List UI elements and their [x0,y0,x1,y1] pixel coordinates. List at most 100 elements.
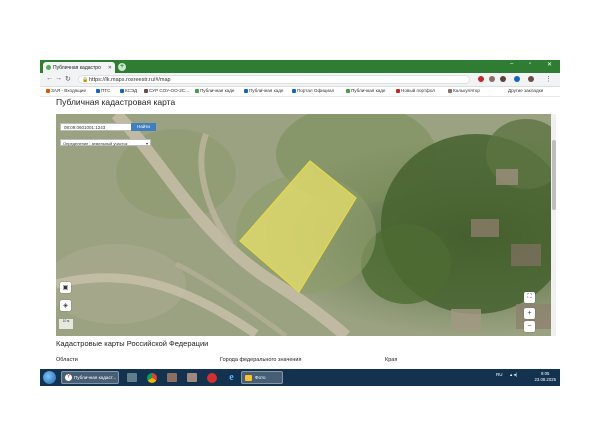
forward-button[interactable]: → [55,75,62,82]
language-indicator[interactable]: RU [496,372,503,377]
tray-icons[interactable]: ▴ ◂) [510,372,517,378]
extension-icon[interactable] [500,76,506,82]
bookmark-label: Публичная каде [200,88,235,93]
layers-icon: ◈ [63,303,68,309]
clock[interactable]: 9:05 23.08.2025 [534,371,556,383]
chrome-icon [146,372,157,383]
extension-icon[interactable] [489,76,495,82]
taskbar-app[interactable] [123,371,140,384]
bookmark[interactable]: Публичная каде [195,88,234,93]
yandex-browser-icon: Y [65,374,72,381]
bookmark[interactable]: Портал Официал [292,88,334,93]
zoom-in-button[interactable]: + [524,308,535,319]
bookmark-label: ЗАЯ - Входящие [51,88,87,93]
app-icon [126,373,137,382]
reload-button[interactable]: ↻ [65,75,71,83]
federal-cities-link[interactable]: Города федерального значения [220,357,301,363]
tab-close-icon[interactable]: ✕ [108,65,112,71]
taskbar-app[interactable] [143,371,160,384]
bookmark-icon [144,88,148,93]
scale-label: 10 м [62,319,70,323]
bookmark[interactable]: Калькулятор [448,88,480,93]
taskbar-folder-window[interactable]: Фото [241,371,283,384]
profile-avatar[interactable] [528,76,534,82]
section-title: Кадастровые карты Российской Федерации [56,339,209,348]
krai-link[interactable]: Края [385,357,397,363]
bookmark-label: ПТС [101,88,111,93]
extension-icon[interactable] [478,76,484,82]
opera-icon [206,372,217,383]
bookmarks-bar: ЗАЯ - Входящие ПТС КСЭД СУР СОУ-ОО-2С...… [40,87,560,97]
bookmark-icon [346,88,350,93]
bookmark-label: Калькулятор [453,88,480,93]
extension-icon[interactable] [514,76,520,82]
zoom-out-button[interactable]: − [524,321,535,332]
fullscreen-button[interactable]: ⛶ [524,292,535,303]
map-view[interactable]: 08:09:0601001:1243 Найти Определение : з… [56,114,551,336]
globe-icon [46,65,51,70]
taskbar-folder-title: Фото [255,375,266,380]
tab-public-cadastral-map[interactable]: Публичная кадастро ✕ [43,62,115,73]
print-icon: ▣ [62,285,69,291]
new-tab-button[interactable]: + [118,63,126,71]
bookmark-icon [244,88,248,93]
bookmark-label: КСЭД [125,88,138,93]
taskbar-app[interactable] [183,371,200,384]
taskbar-browser-window[interactable]: Y Публичная кадаст... [61,371,119,384]
bookmark-icon [96,88,100,93]
bookmark-label: Публичная каде [249,88,284,93]
minus-icon: − [527,323,532,330]
bookmark[interactable]: СУР СОУ-ОО-2С... [144,88,189,93]
bookmark-label: СУР СОУ-ОО-2С... [149,88,189,93]
minimize-button[interactable]: – [510,61,513,67]
bookmark-icon [46,88,50,93]
screen: Публичная кадастро ✕ + – ▫ ✕ ← → ↻ 🔒 htt… [40,60,560,386]
layers-button[interactable]: ◈ [60,300,71,311]
taskbar: Y Публичная кадаст... e Фото RU ▴ ◂) 9:0… [40,369,560,386]
internet-explorer-icon: e [229,372,234,383]
chevron-down-icon: ▾ [145,141,148,146]
taskbar-app[interactable]: e [223,371,240,384]
url-input[interactable]: 🔒 https://lk.maps.rosreestr.ru/#/map [78,75,470,84]
search-button[interactable]: Найти [131,123,156,131]
back-button[interactable]: ← [46,75,53,82]
bookmark[interactable]: Новый портфол [396,88,435,93]
close-window-button[interactable]: ✕ [547,61,552,68]
taskbar-app[interactable] [163,371,180,384]
folder-icon [245,374,252,381]
bookmark-icon [396,88,400,93]
scale-bar: 10 м [59,319,73,329]
taskbar-window-title: Публичная кадаст... [74,375,117,380]
scrollbar-thumb[interactable] [552,140,556,210]
bookmark[interactable]: ЗАЯ - Входящие [46,88,86,93]
object-type-value: Определение : земельный участок [63,141,128,146]
menu-icon[interactable]: ⋮ [545,75,552,83]
bookmark[interactable]: ПТС [96,88,110,93]
object-type-select[interactable]: Определение : земельный участок ▾ [60,139,151,146]
address-bar-row: ← → ↻ 🔒 https://lk.maps.rosreestr.ru/#/m… [40,73,560,87]
page-title: Публичная кадастровая карта [56,97,176,107]
maximize-button[interactable]: ▫ [529,61,531,67]
bookmark[interactable]: Публичная каде [244,88,283,93]
url-text: https://lk.maps.rosreestr.ru/#/map [89,77,171,83]
tab-bar: Публичная кадастро ✕ + – ▫ ✕ [40,60,560,73]
tab-title: Публичная кадастро [53,64,101,71]
start-button[interactable] [43,371,56,384]
legend-button[interactable]: ▣ [60,282,71,293]
bookmark-icon [195,88,199,93]
clock-date: 23.08.2025 [534,377,556,382]
app-icon [166,373,177,382]
satellite-map [56,114,551,336]
search-value: 08:09:0601001:1243 [64,125,106,130]
bookmark-label: Публичная каде [351,88,386,93]
taskbar-app[interactable] [203,371,220,384]
bookmark-icon [448,88,452,93]
app-icon [186,373,197,382]
bookmark[interactable]: Публичная каде [346,88,385,93]
bookmark[interactable]: КСЭД [120,88,137,93]
bookmark-icon [120,88,124,93]
plus-icon: + [527,310,532,317]
other-bookmarks[interactable]: Другие закладки [508,88,543,93]
bookmark-label: Портал Официал [297,88,335,93]
regions-link[interactable]: Области [56,357,78,363]
